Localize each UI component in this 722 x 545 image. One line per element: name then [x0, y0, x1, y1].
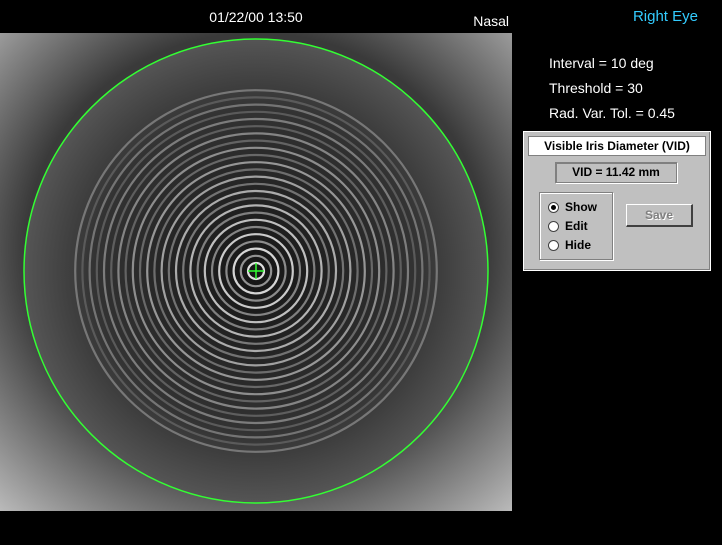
radio-show-label: Show — [565, 200, 597, 214]
radio-hide-label: Hide — [565, 238, 592, 252]
eye-image-canvas — [0, 33, 512, 511]
radio-edit[interactable]: Edit — [548, 218, 588, 234]
threshold-stat: Threshold = 30 — [549, 80, 643, 96]
radio-edit-indicator[interactable] — [548, 220, 559, 232]
timestamp: 01/22/00 13:50 — [209, 9, 303, 25]
vid-panel: Visible Iris Diameter (VID) VID = 11.42 … — [523, 131, 711, 271]
radio-show[interactable]: Show — [548, 199, 597, 215]
orientation-label: Nasal — [473, 13, 509, 29]
eye-image[interactable] — [0, 33, 512, 511]
radio-hide-indicator[interactable] — [548, 239, 559, 251]
interval-stat: Interval = 10 deg — [549, 55, 654, 71]
eye-side-label: Right Eye — [632, 8, 698, 25]
radio-edit-label: Edit — [565, 219, 588, 233]
save-button[interactable]: Save — [626, 204, 693, 227]
vid-mode-group: Show Edit Hide — [539, 192, 613, 260]
radio-show-indicator[interactable] — [548, 201, 559, 213]
rad-var-tol-stat: Rad. Var. Tol. = 0.45 — [549, 105, 675, 121]
radio-hide[interactable]: Hide — [548, 237, 591, 253]
vid-panel-title: Visible Iris Diameter (VID) — [528, 136, 706, 156]
vid-value-display: VID = 11.42 mm — [555, 162, 677, 183]
